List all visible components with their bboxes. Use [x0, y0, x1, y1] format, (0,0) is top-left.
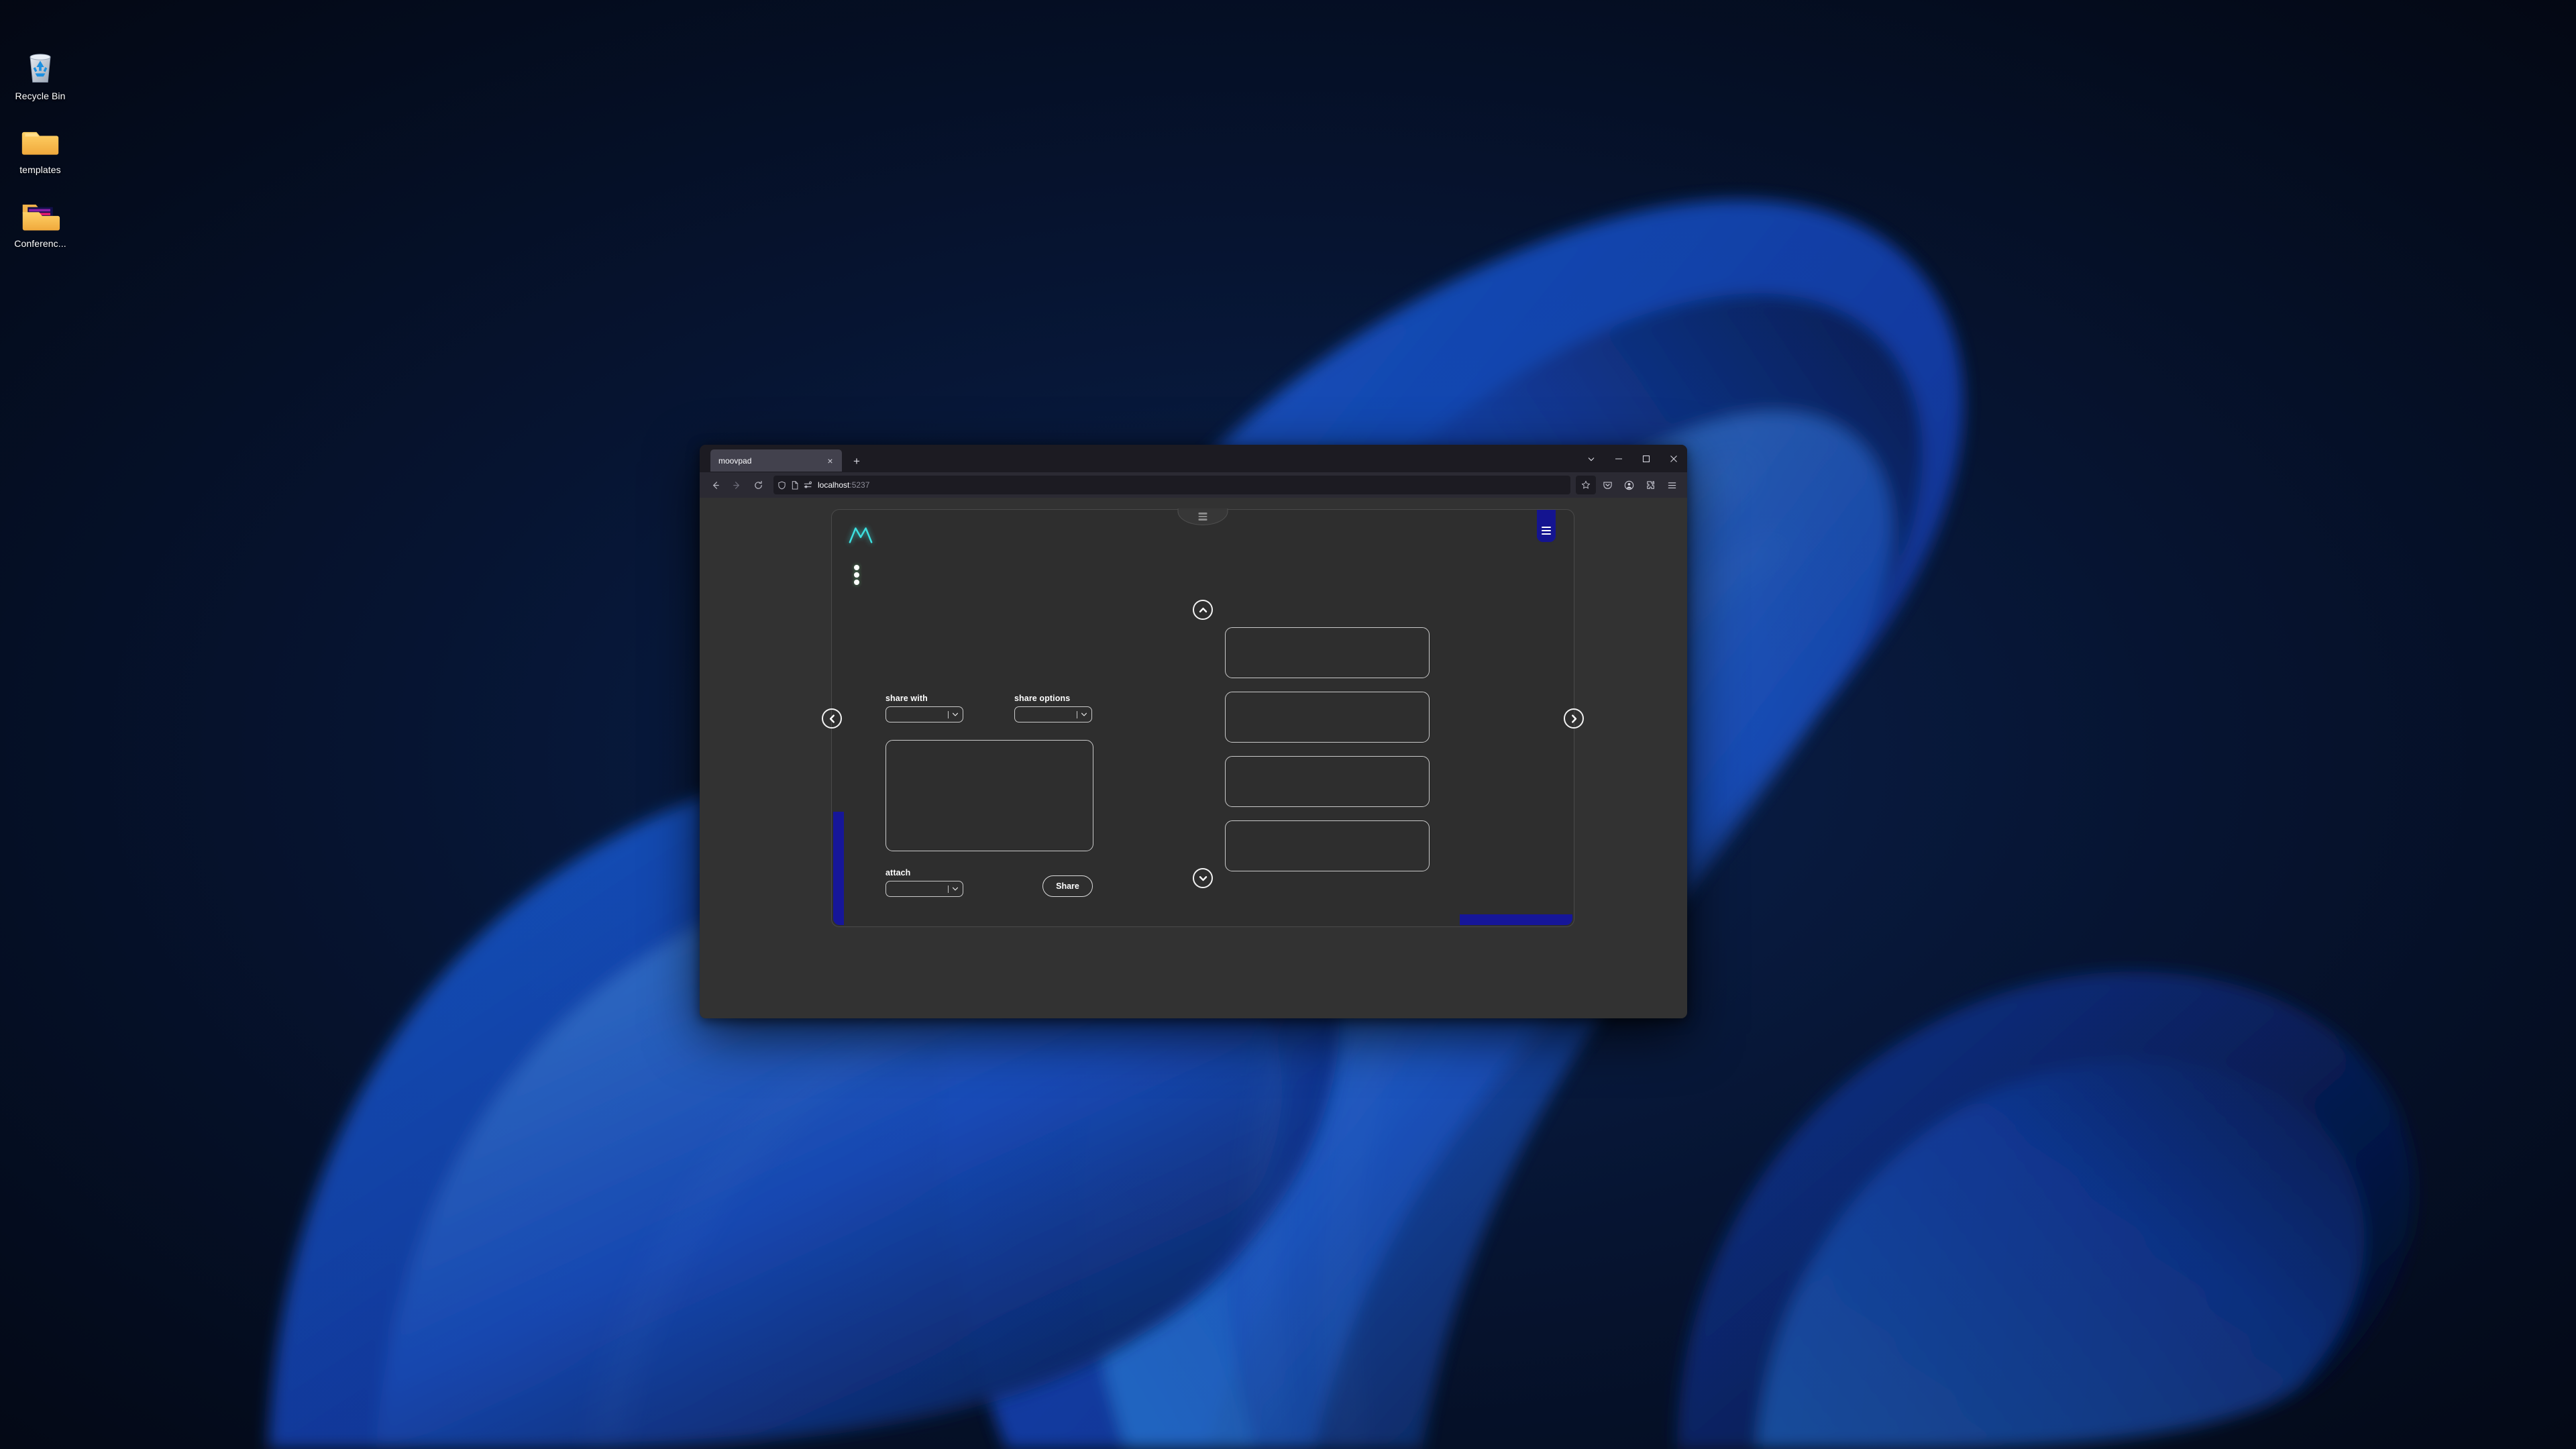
close-tab-icon[interactable]: × [824, 454, 837, 467]
left-accent-strip [833, 812, 844, 925]
share-with-select[interactable] [885, 706, 963, 722]
panel-box-1[interactable] [1225, 627, 1430, 678]
attach-row: attach Share [885, 868, 1167, 897]
next-page-button[interactable] [1564, 708, 1584, 729]
scroll-down-button[interactable] [1193, 868, 1213, 888]
folder-icon [20, 121, 60, 161]
minimize-icon[interactable] [1605, 445, 1632, 472]
panel-box-2[interactable] [1225, 692, 1430, 743]
bookmark-star-icon[interactable] [1576, 476, 1596, 494]
close-window-icon[interactable] [1660, 445, 1687, 472]
chevron-down-icon [951, 710, 959, 718]
desktop-icon-list: Recycle Bin templates Conferenc... [0, 47, 80, 249]
tab-title: moovpad [718, 455, 752, 466]
pocket-icon[interactable] [1597, 476, 1617, 494]
recycle-bin-icon [20, 47, 60, 87]
share-options-select[interactable] [1014, 706, 1092, 722]
chevron-down-icon [951, 885, 959, 893]
app-menu-hamburger-icon[interactable] [1662, 476, 1682, 494]
hamburger-icon [1542, 526, 1551, 535]
share-options-group: share options [1014, 694, 1092, 722]
desktop-icon-label: Recycle Bin [15, 91, 66, 101]
select-divider [948, 710, 949, 718]
extensions-icon[interactable] [1640, 476, 1660, 494]
share-form: share with share options attach Share [885, 694, 1167, 897]
share-selectors-row: share with share options [885, 694, 1167, 722]
previous-page-button[interactable] [822, 708, 842, 729]
page-icon[interactable] [791, 480, 799, 490]
more-options-icon[interactable] [854, 565, 859, 585]
desktop-icon-label: Conferenc... [14, 237, 66, 249]
list-all-tabs-icon[interactable] [1577, 445, 1605, 472]
message-textarea[interactable] [885, 740, 1093, 851]
account-icon[interactable] [1619, 476, 1639, 494]
attach-group: attach [885, 868, 963, 897]
shield-icon[interactable] [777, 481, 786, 490]
url-text: localhost:5237 [818, 480, 1566, 490]
desktop-icon-conference[interactable]: Conferenc... [3, 195, 77, 250]
maximize-icon[interactable] [1632, 445, 1660, 472]
back-icon[interactable] [705, 476, 725, 494]
reload-icon[interactable] [748, 476, 768, 494]
attach-select[interactable] [885, 881, 963, 897]
attach-label: attach [885, 868, 911, 877]
navigation-toolbar: localhost:5237 [700, 472, 1687, 498]
url-port: :5237 [849, 480, 870, 490]
desktop: Recycle Bin templates Conferenc... moovp… [0, 0, 2576, 1449]
browser-tab[interactable]: moovpad × [710, 449, 842, 472]
permissions-icon[interactable] [804, 481, 813, 489]
new-tab-button[interactable]: + [847, 451, 866, 470]
right-drawer-handle[interactable] [1537, 510, 1556, 542]
page-viewport: share with share options attach Share [700, 498, 1687, 1018]
window-controls [1577, 445, 1687, 472]
share-button[interactable]: Share [1042, 875, 1093, 897]
browser-window: moovpad × + localhost:5237 share with sh… [700, 445, 1687, 1018]
forward-icon[interactable] [727, 476, 747, 494]
desktop-icon-label: templates [19, 164, 61, 175]
desktop-icon-templates[interactable]: templates [3, 121, 77, 176]
select-divider [948, 885, 949, 893]
moovpad-logo-icon [848, 525, 873, 545]
url-bar[interactable]: localhost:5237 [773, 476, 1570, 494]
hamburger-icon [1198, 513, 1208, 521]
share-with-group: share with [885, 694, 963, 722]
tab-strip: moovpad × + [700, 445, 1687, 472]
scroll-up-button[interactable] [1193, 600, 1213, 620]
top-drawer-handle[interactable] [1177, 508, 1228, 525]
url-host: localhost [818, 480, 850, 490]
folder-with-content-icon [20, 195, 60, 235]
share-options-label: share options [1014, 694, 1071, 703]
bottom-accent-bar [1460, 914, 1572, 925]
moovpad-app-card: share with share options attach Share [822, 508, 1584, 927]
right-panel [1225, 627, 1430, 871]
panel-box-3[interactable] [1225, 756, 1430, 807]
desktop-icon-recycle-bin[interactable]: Recycle Bin [3, 47, 77, 102]
share-with-label: share with [885, 694, 928, 703]
panel-box-4[interactable] [1225, 820, 1430, 871]
chevron-down-icon [1080, 710, 1088, 718]
